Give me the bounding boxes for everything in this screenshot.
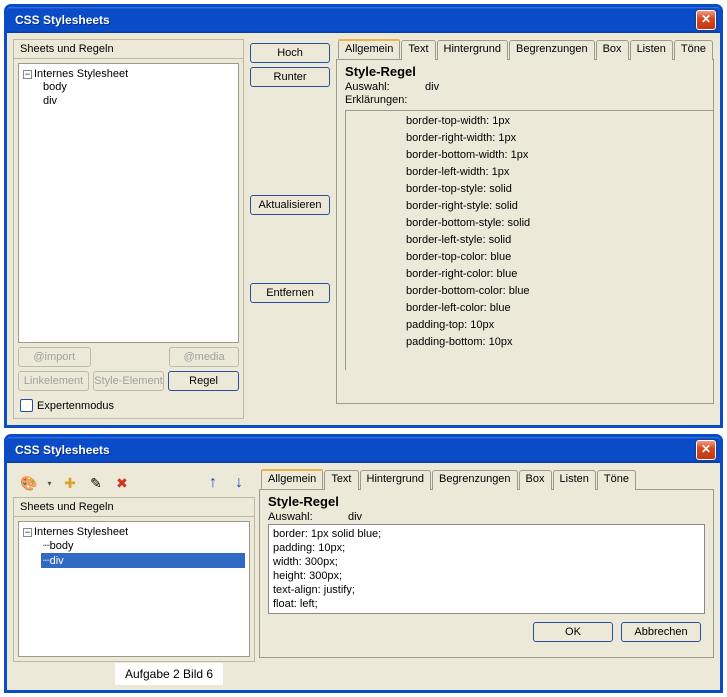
collapse-icon[interactable]: − bbox=[23, 70, 32, 79]
sheets-rules-header: Sheets und Regeln bbox=[14, 40, 243, 59]
ok-button[interactable]: OK bbox=[533, 622, 613, 642]
tree-root-row[interactable]: − Internes Stylesheet bbox=[23, 526, 245, 538]
sheets-rules-panel: Sheets und Regeln − Internes Stylesheet … bbox=[13, 39, 244, 419]
tabstrip: AllgemeinTextHintergrundBegrenzungenBoxL… bbox=[259, 469, 714, 490]
stylesheet-tree[interactable]: − Internes Stylesheet ┈body ┈div bbox=[18, 521, 250, 657]
declaration-row[interactable]: padding-top: 10px bbox=[406, 317, 711, 334]
rule-button[interactable]: Regel bbox=[168, 371, 239, 391]
tab-begrenzungen[interactable]: Begrenzungen bbox=[432, 470, 518, 490]
move-down-icon[interactable]: ↓ bbox=[229, 473, 249, 493]
palette-icon[interactable]: 🎨 bbox=[19, 473, 39, 493]
declaration-row[interactable]: border-top-style: solid bbox=[406, 181, 711, 198]
expert-mode-checkbox[interactable] bbox=[20, 399, 33, 412]
stylesheet-tree[interactable]: − Internes Stylesheet body div bbox=[18, 63, 239, 343]
tabstrip: AllgemeinTextHintergrundBegrenzungenBoxL… bbox=[336, 39, 714, 60]
css-editor[interactable]: border: 1px solid blue; padding: 10px; w… bbox=[268, 524, 705, 614]
tab-text[interactable]: Text bbox=[401, 40, 435, 60]
tree-root-row[interactable]: − Internes Stylesheet bbox=[23, 68, 234, 80]
style-rule-heading: Style-Regel bbox=[268, 494, 705, 509]
tree-item-body[interactable]: body bbox=[41, 80, 234, 94]
move-up-button[interactable]: Hoch bbox=[250, 43, 330, 63]
css-stylesheets-window-expert: CSS Stylesheets ✕ 🎨 ▾ ✚ ✎ ✖ ↑ ↓ Sheets u… bbox=[4, 434, 723, 693]
move-up-icon[interactable]: ↑ bbox=[203, 473, 223, 493]
linkelement-button: Linkelement bbox=[18, 371, 89, 391]
move-down-button[interactable]: Runter bbox=[250, 67, 330, 87]
tab-listen[interactable]: Listen bbox=[630, 40, 673, 60]
declaration-row[interactable]: border-left-width: 1px bbox=[406, 164, 711, 181]
declaration-row[interactable]: border-left-color: blue bbox=[406, 300, 711, 317]
tree-root-label: Internes Stylesheet bbox=[34, 526, 128, 538]
declaration-row[interactable]: border-top-width: 1px bbox=[406, 113, 711, 130]
import-button: @import bbox=[18, 347, 91, 367]
declaration-row[interactable]: border-bottom-width: 1px bbox=[406, 147, 711, 164]
declarations-label: Erklärungen: bbox=[345, 94, 409, 106]
tab-listen[interactable]: Listen bbox=[553, 470, 596, 490]
edit-icon[interactable]: ✎ bbox=[86, 473, 106, 493]
left-column: 🎨 ▾ ✚ ✎ ✖ ↑ ↓ Sheets und Regeln − Intern… bbox=[13, 469, 255, 662]
close-icon[interactable]: ✕ bbox=[696, 440, 716, 460]
selector-value: div bbox=[425, 81, 439, 93]
expert-mode-row[interactable]: Expertenmodus bbox=[14, 395, 243, 418]
style-rule-heading: Style-Regel bbox=[345, 64, 713, 79]
selector-value: div bbox=[348, 511, 362, 523]
declaration-row[interactable]: border-right-width: 1px bbox=[406, 130, 711, 147]
tree-item-div[interactable]: div bbox=[41, 94, 234, 108]
collapse-icon[interactable]: − bbox=[23, 528, 32, 537]
declaration-row[interactable]: padding-bottom: 10px bbox=[406, 334, 711, 351]
tab-box[interactable]: Box bbox=[519, 470, 552, 490]
tab-töne[interactable]: Töne bbox=[597, 470, 636, 490]
titlebar[interactable]: CSS Stylesheets ✕ bbox=[7, 7, 720, 33]
dropdown-arrow-icon[interactable]: ▾ bbox=[45, 476, 54, 490]
properties-panel: AllgemeinTextHintergrundBegrenzungenBoxL… bbox=[336, 39, 714, 419]
reorder-buttons-column: Hoch Runter Aktualisieren Entfernen bbox=[250, 39, 330, 419]
selector-label: Auswahl: bbox=[268, 511, 332, 523]
tab-töne[interactable]: Töne bbox=[674, 40, 713, 60]
figure-caption: Aufgabe 2 Bild 6 bbox=[115, 663, 223, 685]
declaration-row[interactable]: border-right-color: blue bbox=[406, 266, 711, 283]
tab-allgemein[interactable]: Allgemein bbox=[338, 39, 400, 59]
toolbar: 🎨 ▾ ✚ ✎ ✖ ↑ ↓ bbox=[13, 469, 255, 497]
tab-begrenzungen[interactable]: Begrenzungen bbox=[509, 40, 595, 60]
window-title: CSS Stylesheets bbox=[15, 443, 696, 457]
tab-text[interactable]: Text bbox=[324, 470, 358, 490]
declaration-row[interactable]: border-bottom-color: blue bbox=[406, 283, 711, 300]
style-element-button: Style-Element bbox=[93, 371, 164, 391]
tab-hintergrund[interactable]: Hintergrund bbox=[360, 470, 431, 490]
media-button: @media bbox=[169, 347, 239, 367]
properties-panel: AllgemeinTextHintergrundBegrenzungenBoxL… bbox=[259, 469, 714, 662]
cancel-button[interactable]: Abbrechen bbox=[621, 622, 701, 642]
selector-label: Auswahl: bbox=[345, 81, 409, 93]
css-stylesheets-window-advanced: CSS Stylesheets ✕ Sheets und Regeln − In… bbox=[4, 4, 723, 428]
expert-mode-label: Expertenmodus bbox=[37, 400, 114, 412]
delete-icon[interactable]: ✖ bbox=[112, 473, 132, 493]
declarations-list[interactable]: border-top-width: 1pxborder-right-width:… bbox=[345, 110, 713, 370]
tree-root-label: Internes Stylesheet bbox=[34, 68, 128, 80]
sheets-rules-header: Sheets und Regeln bbox=[14, 498, 254, 517]
tree-item-div[interactable]: ┈div bbox=[41, 553, 245, 568]
refresh-button[interactable]: Aktualisieren bbox=[250, 195, 330, 215]
declaration-row[interactable]: border-right-style: solid bbox=[406, 198, 711, 215]
close-icon[interactable]: ✕ bbox=[696, 10, 716, 30]
declaration-row[interactable]: border-bottom-style: solid bbox=[406, 215, 711, 232]
window-title: CSS Stylesheets bbox=[15, 13, 696, 27]
remove-button[interactable]: Entfernen bbox=[250, 283, 330, 303]
sheets-rules-panel: Sheets und Regeln − Internes Stylesheet … bbox=[13, 497, 255, 662]
declaration-row[interactable]: border-top-color: blue bbox=[406, 249, 711, 266]
new-rule-icon[interactable]: ✚ bbox=[60, 473, 80, 493]
declaration-row[interactable]: border-left-style: solid bbox=[406, 232, 711, 249]
titlebar[interactable]: CSS Stylesheets ✕ bbox=[7, 437, 720, 463]
tab-hintergrund[interactable]: Hintergrund bbox=[437, 40, 508, 60]
tab-box[interactable]: Box bbox=[596, 40, 629, 60]
tab-allgemein[interactable]: Allgemein bbox=[261, 469, 323, 489]
tree-item-body[interactable]: ┈body bbox=[41, 538, 245, 553]
